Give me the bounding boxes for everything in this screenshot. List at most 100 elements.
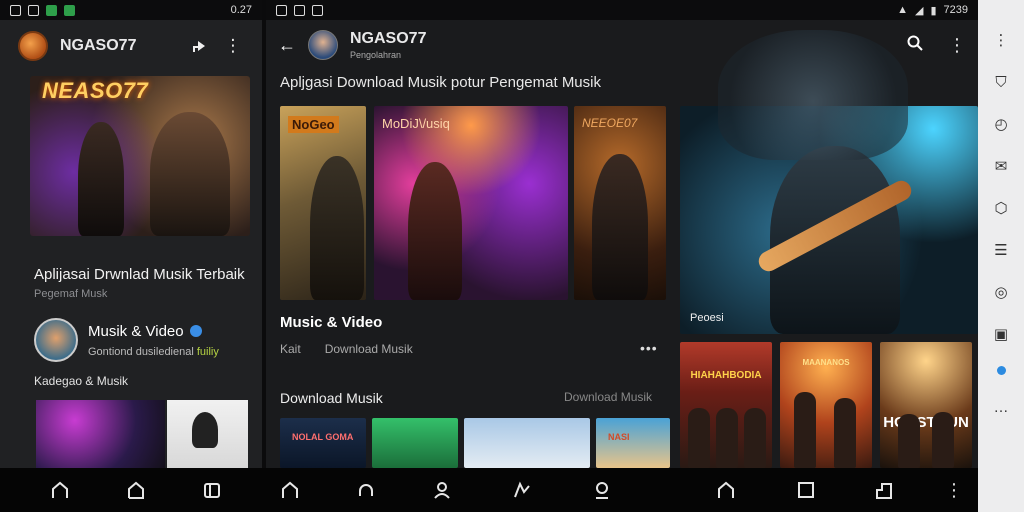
hero-title: NEASO77 xyxy=(42,78,149,103)
performer-figure xyxy=(310,156,364,300)
more-horizontal-icon[interactable]: … xyxy=(991,397,1011,417)
more-vertical-icon[interactable]: ⋮ xyxy=(942,478,966,502)
right-rail: ⋮ ⛉ ◴ ✉ ⬡ ☰ ◎ ▣ … xyxy=(978,0,1024,512)
channel-row-avatar xyxy=(34,318,78,362)
search-icon[interactable] xyxy=(906,34,924,57)
share-icon[interactable] xyxy=(188,35,210,57)
status-time: 0.27 xyxy=(230,4,252,16)
cube-icon[interactable]: ⬡ xyxy=(991,198,1011,218)
download-link[interactable]: Download Musik xyxy=(564,390,652,404)
main-title: NGASO77 xyxy=(350,30,427,47)
thumbnail-label: NASI xyxy=(608,432,630,442)
square-icon[interactable] xyxy=(794,478,818,502)
profile-icon[interactable] xyxy=(590,478,614,502)
image-icon[interactable]: ▣ xyxy=(991,324,1011,344)
performer-figure xyxy=(150,112,230,236)
tag[interactable]: Kait xyxy=(280,342,301,356)
category-thumbnail[interactable] xyxy=(36,400,166,468)
poster-label: MAANANOS xyxy=(802,358,850,367)
signal-icon: ◢ xyxy=(914,4,924,17)
channel-row-description: Gontiond dusiledienal fuiliy xyxy=(88,346,219,358)
more-horizontal-icon[interactable]: ••• xyxy=(640,340,658,356)
wifi-icon: ▲ xyxy=(897,3,908,16)
notification-icons xyxy=(10,4,75,16)
download-thumbnail[interactable]: NOLAL GOMA xyxy=(280,418,366,468)
channel-row-description-text: Gontiond dusiledienal xyxy=(88,345,194,358)
channel-row-title: Musik & Video xyxy=(88,323,219,340)
channel-avatar[interactable] xyxy=(308,30,338,60)
notification-icon xyxy=(312,4,323,16)
music-card[interactable]: NoGeo xyxy=(280,106,366,300)
status-bar-right: ▲ ◢ ▮ 7239 xyxy=(266,0,978,20)
home-icon[interactable] xyxy=(714,478,738,502)
status-time: 7239 xyxy=(943,3,968,16)
user-icon[interactable] xyxy=(430,478,454,502)
music-card[interactable]: NEEOE07 xyxy=(574,106,666,300)
mail-icon[interactable]: ✉ xyxy=(991,156,1011,176)
poster-label: HOASTOUN xyxy=(883,414,969,431)
performer-figure xyxy=(408,162,462,300)
performer-figure xyxy=(688,408,710,468)
poster-row: HIAHAHBODIA MAANANOS HOASTOUN xyxy=(680,342,972,468)
hero-caption: Aplijasai Drwnlad Musik Terbaik xyxy=(34,266,245,283)
main-panel: ← NGASO77 Pengolahran ⋮ Apljgasi Downloa… xyxy=(266,20,978,468)
shield-icon[interactable]: ⛉ xyxy=(991,72,1011,92)
poster-card[interactable]: HOASTOUN xyxy=(880,342,972,468)
home-icon[interactable] xyxy=(124,478,148,502)
poster-label: HIAHAHBODIA xyxy=(690,370,762,381)
performer-figure xyxy=(78,122,124,236)
poster-card[interactable]: MAANANOS xyxy=(780,342,872,468)
page-heading: Apljgasi Download Musik potur Pengemat M… xyxy=(280,74,601,91)
download-thumbnail[interactable] xyxy=(372,418,458,468)
category-thumbnail[interactable] xyxy=(167,400,248,468)
home-icon[interactable] xyxy=(278,478,302,502)
notification-icons xyxy=(276,4,323,16)
poster-card[interactable]: HIAHAHBODIA xyxy=(680,342,772,468)
notification-icon xyxy=(294,4,305,16)
performer-figure xyxy=(794,392,816,468)
channel-avatar[interactable] xyxy=(18,31,48,61)
card-label: Peoesi xyxy=(690,312,724,324)
headphones-icon[interactable] xyxy=(354,478,378,502)
download-heading: Download Musik xyxy=(280,390,383,406)
card-label: NEEOE07 xyxy=(582,116,638,130)
channel-row-description-accent: fuiliy xyxy=(196,345,219,358)
performer-figure xyxy=(592,154,648,300)
card-label: NoGeo xyxy=(288,116,339,133)
performer-figure xyxy=(716,408,738,468)
tab-icon[interactable] xyxy=(200,478,224,502)
main-subtitle: Pengolahran xyxy=(350,50,402,60)
back-arrow-icon[interactable]: ← xyxy=(278,35,296,56)
notification-icon xyxy=(46,4,57,16)
header-actions: ⋮ xyxy=(906,34,966,57)
notification-icon xyxy=(28,4,39,16)
more-vertical-icon[interactable]: ⋮ xyxy=(222,35,244,57)
channel-row[interactable]: Musik & Video Gontiond dusiledienal fuil… xyxy=(34,318,219,362)
download-thumbnail[interactable]: NASI xyxy=(596,418,670,468)
list-icon[interactable]: ☰ xyxy=(991,240,1011,260)
clock-icon[interactable]: ◴ xyxy=(991,114,1011,134)
status-bar-left: 0.27 xyxy=(0,0,262,20)
battery-icon: ▮ xyxy=(930,4,937,17)
music-card[interactable]: MoDiJ\/usiq xyxy=(374,106,568,300)
main-header: ← NGASO77 Pengolahran ⋮ xyxy=(266,20,978,70)
home-icon[interactable] xyxy=(48,478,72,502)
notification-icon xyxy=(64,4,75,16)
main-title-block: NGASO77 Pengolahran xyxy=(350,30,426,60)
target-icon[interactable]: ◎ xyxy=(991,282,1011,302)
more-vertical-icon[interactable]: ⋮ xyxy=(948,35,966,56)
route-icon[interactable] xyxy=(510,478,534,502)
channel-row-text: Musik & Video Gontiond dusiledienal fuil… xyxy=(88,323,219,358)
hero-banner[interactable]: NEASO77 xyxy=(30,76,250,236)
verified-icon xyxy=(189,325,202,337)
performer-figure xyxy=(744,408,766,468)
left-panel: NGASO77 ⋮ NEASO77 Aplijasai Drwnlad Musi… xyxy=(0,20,262,468)
layers-icon[interactable] xyxy=(872,478,896,502)
more-vertical-icon[interactable]: ⋮ xyxy=(991,30,1011,50)
music-video-heading: Music & Video xyxy=(280,314,383,331)
tag[interactable]: Download Musik xyxy=(325,342,413,356)
thumbnail-label: NOLAL GOMA xyxy=(292,432,354,442)
download-thumbnail[interactable] xyxy=(464,418,590,468)
performer-figure xyxy=(834,398,856,468)
notification-icon xyxy=(10,4,21,16)
